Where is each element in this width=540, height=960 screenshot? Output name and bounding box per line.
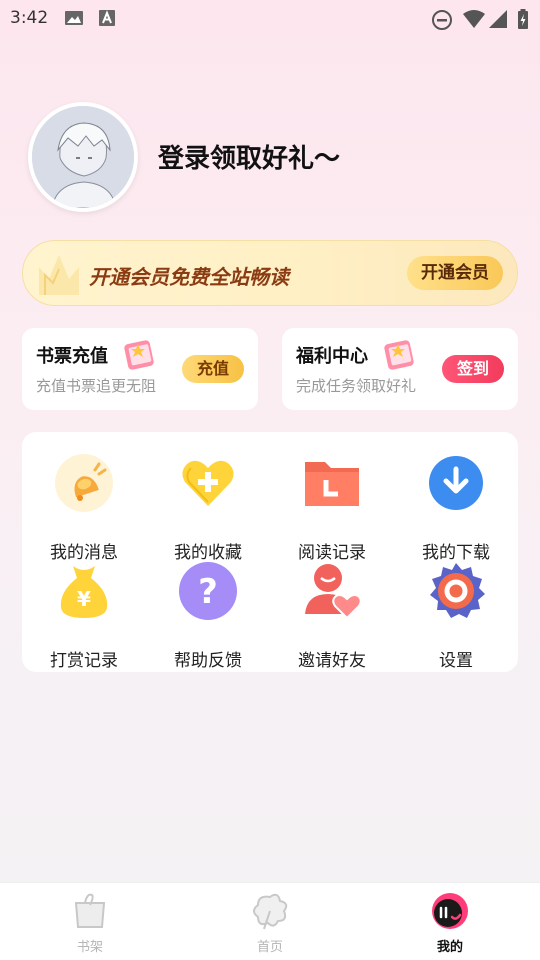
home-flower-icon — [253, 893, 288, 930]
sign-in-button[interactable]: 签到 — [442, 355, 504, 383]
bottom-nav: 书架 首页 我的 — [0, 882, 540, 960]
nav-item-bookshelf[interactable]: 书架 — [0, 883, 180, 960]
avatar[interactable] — [28, 102, 138, 212]
grid-label-help: 帮助反馈 — [174, 651, 242, 671]
nav-item-home[interactable]: 首页 — [180, 883, 360, 960]
grid-label-downloads: 我的下载 — [422, 543, 490, 563]
a-notification-icon — [99, 10, 115, 26]
grid-label-history: 阅读记录 — [298, 543, 366, 563]
avatar-sketch-icon — [32, 106, 134, 208]
login-prompt[interactable]: 登录领取好礼～ — [158, 138, 340, 175]
status-time: 3:42 — [10, 8, 49, 28]
signal-icon — [489, 10, 507, 28]
nav-label-mine: 我的 — [436, 940, 463, 955]
image-notification-icon — [65, 11, 83, 25]
welfare-card-title: 福利中心 — [296, 346, 368, 367]
recharge-card-subtitle: 充值书票追更无阻 — [36, 377, 157, 395]
gift-book-icon — [384, 340, 414, 370]
help-icon: ? — [179, 562, 237, 620]
grid-item-favorites[interactable]: 我的收藏 — [146, 454, 270, 563]
ticket-book-icon — [124, 340, 154, 370]
grid-label-rewards: 打赏记录 — [50, 651, 118, 671]
download-icon — [429, 456, 483, 510]
invite-friend-icon — [305, 564, 361, 620]
vip-promo-text: 开通会员免费全站畅读 — [89, 265, 289, 289]
grid-item-help[interactable]: ? 帮助反馈 — [146, 562, 270, 671]
grid-label-favorites: 我的收藏 — [174, 543, 242, 563]
grid-label-invite: 邀请好友 — [298, 651, 366, 671]
money-bag-icon: ¥ — [60, 566, 108, 618]
welfare-card-subtitle: 完成任务领取好礼 — [296, 377, 417, 395]
vip-banner[interactable]: 开通会员免费全站畅读 开通会员 — [22, 240, 518, 306]
settings-gear-icon — [430, 563, 485, 618]
grid-item-invite[interactable]: 邀请好友 — [270, 562, 394, 671]
status-bar: 3:42 — [0, 0, 540, 36]
svg-text:?: ? — [198, 572, 218, 612]
bell-icon — [55, 454, 113, 512]
folder-history-icon — [305, 462, 359, 506]
open-vip-button[interactable]: 开通会员 — [407, 256, 503, 290]
recharge-card-title: 书票充值 — [36, 346, 108, 367]
mine-face-icon — [432, 893, 468, 929]
do-not-disturb-icon — [432, 10, 452, 30]
battery-charging-icon — [518, 9, 528, 29]
recharge-button[interactable]: 充值 — [182, 355, 244, 383]
grid-item-rewards[interactable]: ¥ 打赏记录 — [22, 562, 146, 671]
grid-label-settings: 设置 — [439, 651, 473, 671]
svg-text:¥: ¥ — [77, 587, 91, 611]
crown-icon — [39, 255, 79, 295]
bookshelf-bag-icon — [74, 893, 106, 928]
grid-item-history[interactable]: 阅读记录 — [270, 454, 394, 563]
nav-label-bookshelf: 书架 — [76, 940, 103, 955]
grid-item-messages[interactable]: 我的消息 — [22, 454, 146, 563]
feature-grid: 我的消息 我的收藏 阅读记录 我的下载 ¥ 打赏记录 ? 帮助反馈 邀请好友 设… — [22, 432, 518, 672]
grid-item-settings[interactable]: 设置 — [394, 562, 518, 671]
welfare-card[interactable]: 福利中心 完成任务领取好礼 签到 — [282, 328, 518, 410]
nav-item-mine[interactable]: 我的 — [360, 883, 540, 960]
grid-item-downloads[interactable]: 我的下载 — [394, 454, 518, 563]
wifi-icon — [463, 10, 485, 28]
grid-label-messages: 我的消息 — [50, 543, 118, 563]
heart-plus-icon — [182, 460, 234, 506]
recharge-card[interactable]: 书票充值 充值书票追更无阻 充值 — [22, 328, 258, 410]
nav-label-home: 首页 — [256, 940, 283, 955]
